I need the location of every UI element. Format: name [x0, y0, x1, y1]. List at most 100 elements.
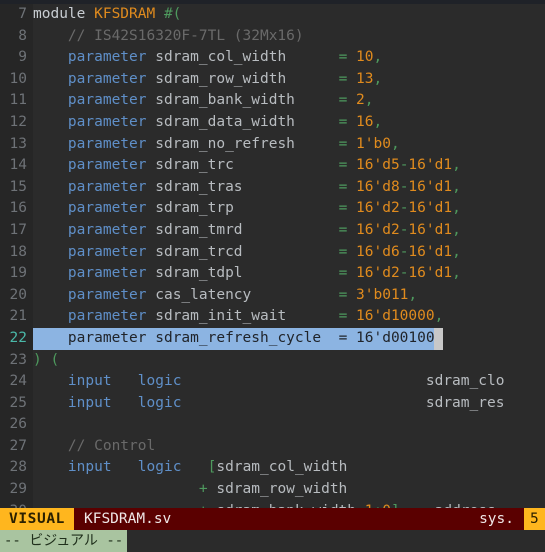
- token-kw: logic: [137, 373, 182, 390]
- message-line: -- ビジュアル --: [0, 530, 545, 552]
- code-line[interactable]: 28 input logic [sdram_col_width: [0, 457, 545, 479]
- code-line[interactable]: 23) (: [0, 350, 545, 372]
- text-cursor: [434, 327, 444, 350]
- token-id: sdram_bank_width: [146, 92, 339, 109]
- token-op: #(: [163, 6, 182, 22]
- token-id: [347, 179, 356, 195]
- token-num: 16'd1: [408, 221, 453, 238]
- token-op: =: [338, 265, 348, 282]
- status-filename: KFSDRAM.sv: [83, 511, 172, 527]
- token-kw: parameter: [67, 200, 147, 217]
- line-content: + sdram_row_width: [33, 479, 347, 501]
- token-num: 16'd1: [408, 178, 453, 195]
- token-id: [112, 459, 138, 475]
- token-op: =: [338, 329, 348, 346]
- line-content: input logic sdram_res: [33, 393, 505, 415]
- token-op: ,: [364, 92, 374, 109]
- line-content: parameter sdram_data_width = 16,: [33, 112, 382, 134]
- token-kw: parameter: [67, 49, 147, 66]
- token-kw: input: [67, 394, 112, 411]
- line-number: 24: [9, 373, 27, 390]
- token-id: [33, 92, 68, 108]
- line-content: parameter sdram_row_width = 13,: [33, 69, 382, 91]
- code-line[interactable]: 13 parameter sdram_no_refresh = 1'b0,: [0, 134, 545, 156]
- token-id: cas_latency: [146, 286, 339, 303]
- token-op: ,: [373, 70, 383, 87]
- code-line[interactable]: 20 parameter cas_latency = 3'b011,: [0, 285, 545, 307]
- line-number: 12: [9, 113, 27, 130]
- line-content: parameter sdram_trc = 16'd5-16'd1,: [33, 155, 461, 177]
- token-num: 16'd00100: [356, 329, 435, 346]
- token-id: sdram_refresh_cycle: [146, 329, 339, 346]
- code-line[interactable]: 17 parameter sdram_tmrd = 16'd2-16'd1,: [0, 220, 545, 242]
- token-kw: parameter: [67, 329, 147, 346]
- line-content: parameter sdram_init_wait = 16'd10000,: [33, 306, 443, 328]
- line-number: 19: [9, 265, 27, 282]
- token-id: sdram_trcd: [146, 243, 339, 260]
- line-number: 14: [9, 157, 27, 174]
- code-line[interactable]: 15 parameter sdram_tras = 16'd8-16'd1,: [0, 177, 545, 199]
- token-id: [33, 308, 68, 324]
- line-number: 27: [9, 437, 27, 454]
- code-line[interactable]: 26: [0, 414, 545, 436]
- code-line[interactable]: 22 parameter sdram_refresh_cycle = 16'd0…: [0, 327, 545, 350]
- status-spacer: [181, 508, 479, 530]
- line-number: 18: [9, 243, 27, 260]
- token-kw: parameter: [67, 308, 147, 325]
- token-kw: parameter: [67, 243, 147, 260]
- token-id: sdram_tras: [146, 178, 339, 195]
- code-line[interactable]: 12 parameter sdram_data_width = 16,: [0, 112, 545, 134]
- code-line[interactable]: 24 input logic sdram_clo: [0, 371, 545, 393]
- code-line[interactable]: 9 parameter sdram_col_width = 10,: [0, 47, 545, 69]
- token-kw: input: [67, 373, 112, 390]
- token-num: 16'd1: [408, 200, 453, 217]
- line-content: + sdram_bank_width-1:0] address,: [33, 501, 505, 508]
- code-line[interactable]: 8 // IS42S16320F-7TL (32Mx16): [0, 26, 545, 48]
- code-line[interactable]: 7 module KFSDRAM #(: [0, 4, 545, 26]
- token-num: 16'd2: [356, 221, 400, 238]
- token-id: [33, 114, 68, 130]
- token-cmt: // Control: [33, 437, 156, 454]
- code-line[interactable]: 11 parameter sdram_bank_width = 2,: [0, 90, 545, 112]
- line-number: 29: [9, 481, 27, 498]
- code-line[interactable]: 14 parameter sdram_trc = 16'd5-16'd1,: [0, 155, 545, 177]
- token-op: ,: [373, 113, 383, 130]
- token-op: =: [338, 243, 348, 260]
- token-kw: parameter: [67, 286, 147, 303]
- status-mode-indicator: VISUAL: [0, 508, 74, 530]
- line-number: 30: [0, 501, 27, 508]
- line-number: 28: [9, 459, 27, 476]
- status-line: VISUAL KFSDRAM.sv sys. 5: [0, 508, 545, 530]
- token-id: [33, 373, 68, 389]
- token-id: [33, 136, 68, 152]
- code-line[interactable]: 30 + sdram_bank_width-1:0] address,: [0, 501, 545, 508]
- line-content: parameter sdram_no_refresh = 1'b0,: [33, 134, 400, 156]
- code-line[interactable]: 18 parameter sdram_trcd = 16'd6-16'd1,: [0, 242, 545, 264]
- editor-text-area[interactable]: 7 module KFSDRAM #(8 // IS42S16320F-7TL (…: [0, 4, 545, 508]
- code-line[interactable]: 25 input logic sdram_res: [0, 393, 545, 415]
- code-line[interactable]: 10 parameter sdram_row_width = 13,: [0, 69, 545, 91]
- line-content: parameter sdram_tras = 16'd8-16'd1,: [33, 177, 461, 199]
- line-content: module KFSDRAM #(: [33, 4, 181, 26]
- code-line[interactable]: 27 // Control: [0, 436, 545, 458]
- token-num: 10: [356, 49, 374, 66]
- token-num: 16'd2: [356, 200, 400, 217]
- line-number: 20: [9, 286, 27, 303]
- token-op: =: [338, 157, 348, 174]
- line-content: parameter sdram_trcd = 16'd6-16'd1,: [33, 242, 461, 264]
- token-kw: parameter: [67, 70, 147, 87]
- code-line[interactable]: 16 parameter sdram_trp = 16'd2-16'd1,: [0, 198, 545, 220]
- line-number: 7: [18, 6, 27, 22]
- token-id: sdram_no_refresh: [146, 135, 339, 152]
- token-id: [347, 308, 356, 324]
- token-id: [112, 373, 138, 389]
- token-id: [181, 459, 207, 475]
- code-line[interactable]: 21 parameter sdram_init_wait = 16'd10000…: [0, 306, 545, 328]
- token-num: 16'd1: [408, 157, 453, 174]
- code-line[interactable]: 29 + sdram_row_width: [0, 479, 545, 501]
- status-position: 5: [524, 508, 545, 530]
- line-number: 16: [9, 200, 27, 217]
- code-line[interactable]: 19 parameter sdram_tdpl = 16'd2-16'd1,: [0, 263, 545, 285]
- token-op: =: [338, 113, 348, 130]
- token-id: sdram_row_width: [146, 70, 339, 87]
